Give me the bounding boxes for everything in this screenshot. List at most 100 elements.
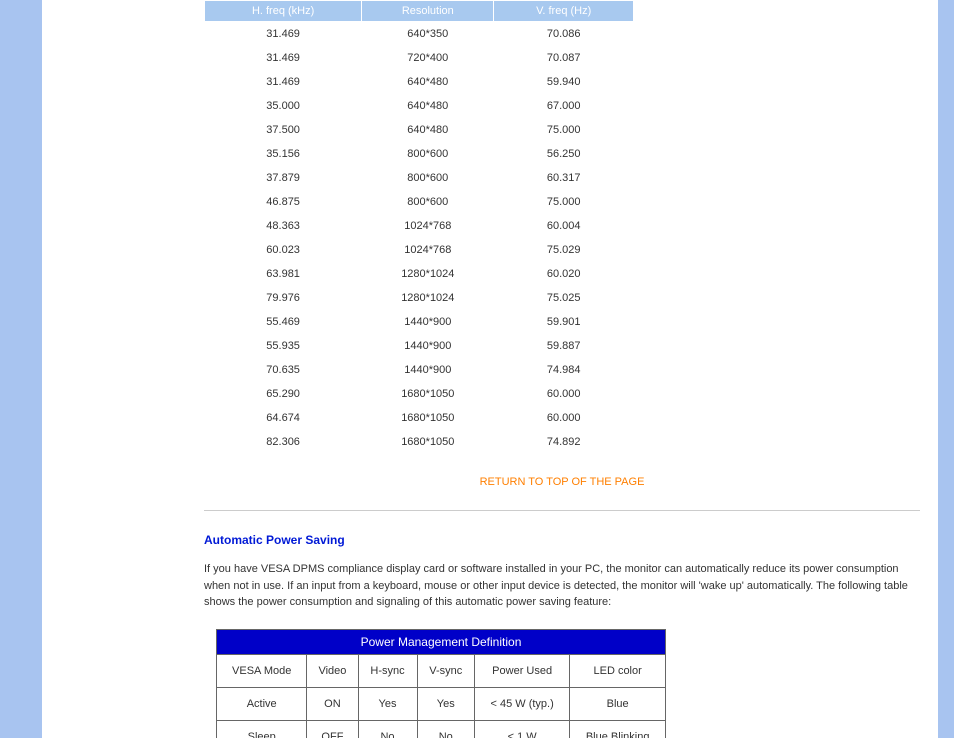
cell: 800*600 (362, 166, 494, 190)
table-row: 31.469640*48059.940 (205, 70, 634, 94)
cell: 1440*900 (362, 334, 494, 358)
cell: 55.469 (205, 310, 362, 334)
col-vfreq: V. freq (Hz) (494, 1, 634, 22)
cell: No (358, 720, 417, 738)
divider (204, 510, 920, 511)
cell: 59.940 (494, 70, 634, 94)
cell: 1280*1024 (362, 286, 494, 310)
cell: 79.976 (205, 286, 362, 310)
cell: 55.935 (205, 334, 362, 358)
table-row: 48.3631024*76860.004 (205, 214, 634, 238)
table-row: 35.156800*60056.250 (205, 142, 634, 166)
power-title-row: Power Management Definition (217, 629, 666, 654)
main-content: H. freq (kHz) Resolution V. freq (Hz) 31… (54, 0, 938, 738)
cell: 60.004 (494, 214, 634, 238)
power-title: Power Management Definition (217, 629, 666, 654)
right-bar (938, 0, 954, 738)
cell: 1440*900 (362, 358, 494, 382)
section-title-aps: Automatic Power Saving (204, 533, 920, 547)
cell: 800*600 (362, 190, 494, 214)
table-row: 37.500640*48075.000 (205, 118, 634, 142)
page-container: H. freq (kHz) Resolution V. freq (Hz) 31… (0, 0, 954, 738)
cell: 75.000 (494, 118, 634, 142)
cell: 60.020 (494, 262, 634, 286)
left-gap (42, 0, 54, 738)
table-row: 31.469640*35070.086 (205, 22, 634, 47)
cell: Active (217, 687, 307, 720)
cell: Yes (358, 687, 417, 720)
cell: 1024*768 (362, 214, 494, 238)
col-resolution: Resolution (362, 1, 494, 22)
cell: 1024*768 (362, 238, 494, 262)
cell: 46.875 (205, 190, 362, 214)
return-top-link[interactable]: RETURN TO TOP OF THE PAGE (204, 476, 920, 488)
cell: 60.000 (494, 382, 634, 406)
power-header-row: VESA Mode Video H-sync V-sync Power Used… (217, 654, 666, 687)
cell: 35.156 (205, 142, 362, 166)
cell: ON (307, 687, 358, 720)
table-row: 55.4691440*90059.901 (205, 310, 634, 334)
cell: 60.000 (494, 406, 634, 430)
cell: 74.984 (494, 358, 634, 382)
cell: 640*350 (362, 22, 494, 47)
cell: No (417, 720, 474, 738)
table-row: 79.9761280*102475.025 (205, 286, 634, 310)
cell: 75.025 (494, 286, 634, 310)
table-row: 46.875800*60075.000 (205, 190, 634, 214)
cell: 75.000 (494, 190, 634, 214)
cell: 82.306 (205, 430, 362, 454)
table-row: 31.469720*40070.087 (205, 46, 634, 70)
cell: 70.087 (494, 46, 634, 70)
table-row: 60.0231024*76875.029 (205, 238, 634, 262)
cell: 1680*1050 (362, 406, 494, 430)
cell: 37.500 (205, 118, 362, 142)
table-row: 65.2901680*105060.000 (205, 382, 634, 406)
cell: 56.250 (494, 142, 634, 166)
cell: Blue Blinking (570, 720, 666, 738)
cell: 1680*1050 (362, 382, 494, 406)
cell: 640*480 (362, 70, 494, 94)
cell: 63.981 (205, 262, 362, 286)
table-row: 82.3061680*105074.892 (205, 430, 634, 454)
table-row: SleepOFFNoNo< 1 WBlue Blinking (217, 720, 666, 738)
cell: 640*480 (362, 94, 494, 118)
power-table: Power Management Definition VESA Mode Vi… (216, 629, 666, 738)
cell: 640*480 (362, 118, 494, 142)
table-row: ActiveONYesYes< 45 W (typ.)Blue (217, 687, 666, 720)
frequency-table: H. freq (kHz) Resolution V. freq (Hz) 31… (204, 0, 634, 454)
cell: 60.317 (494, 166, 634, 190)
table-row: 55.9351440*90059.887 (205, 334, 634, 358)
table-row: 35.000640*48067.000 (205, 94, 634, 118)
cell: 48.363 (205, 214, 362, 238)
cell: 720*400 (362, 46, 494, 70)
cell: 31.469 (205, 46, 362, 70)
table-row: 37.879800*60060.317 (205, 166, 634, 190)
cell: 1680*1050 (362, 430, 494, 454)
col-vesa: VESA Mode (217, 654, 307, 687)
cell: < 45 W (typ.) (474, 687, 569, 720)
cell: 37.879 (205, 166, 362, 190)
cell: OFF (307, 720, 358, 738)
cell: Blue (570, 687, 666, 720)
cell: 800*600 (362, 142, 494, 166)
col-led: LED color (570, 654, 666, 687)
col-video: Video (307, 654, 358, 687)
left-bar (0, 0, 42, 738)
cell: 65.290 (205, 382, 362, 406)
cell: 1440*900 (362, 310, 494, 334)
table-row: 64.6741680*105060.000 (205, 406, 634, 430)
cell: 70.635 (205, 358, 362, 382)
col-power: Power Used (474, 654, 569, 687)
cell: 35.000 (205, 94, 362, 118)
cell: 60.023 (205, 238, 362, 262)
cell: Sleep (217, 720, 307, 738)
cell: < 1 W (474, 720, 569, 738)
freq-header-row: H. freq (kHz) Resolution V. freq (Hz) (205, 1, 634, 22)
col-hfreq: H. freq (kHz) (205, 1, 362, 22)
cell: 67.000 (494, 94, 634, 118)
table-row: 63.9811280*102460.020 (205, 262, 634, 286)
cell: Yes (417, 687, 474, 720)
cell: 1280*1024 (362, 262, 494, 286)
cell: 70.086 (494, 22, 634, 47)
col-vsync: V-sync (417, 654, 474, 687)
